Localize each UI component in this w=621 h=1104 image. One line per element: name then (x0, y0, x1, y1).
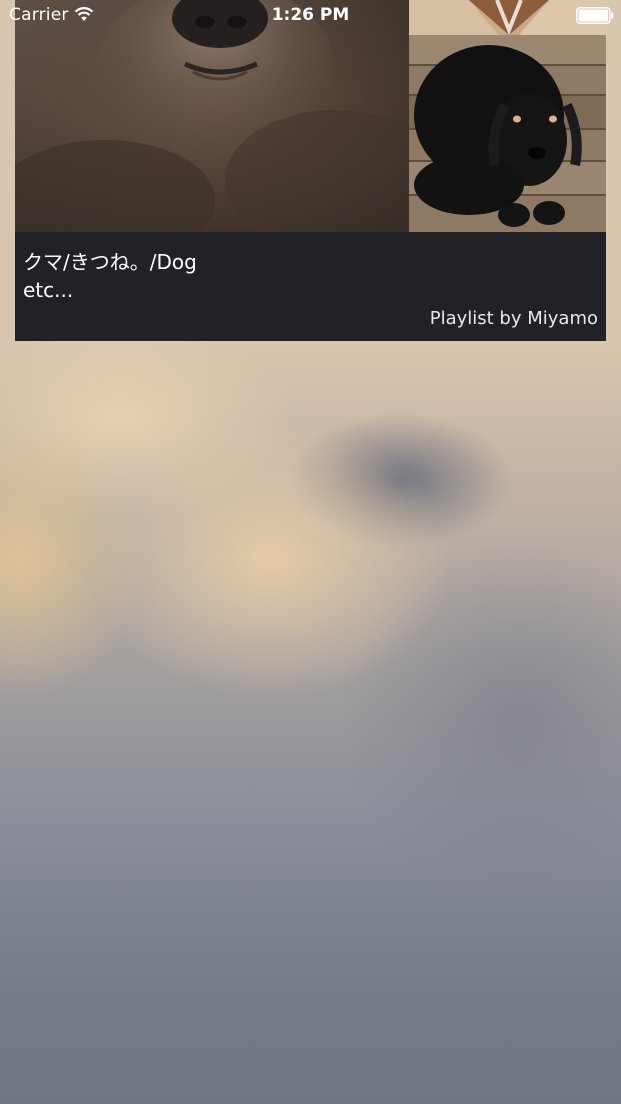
battery-icon (576, 7, 614, 24)
playlist-credit: Playlist by Miyamo (429, 308, 598, 329)
black-puppy-photo (409, 35, 606, 232)
bear-photo (15, 0, 409, 232)
playlist-card[interactable]: クマ/きつね。/Dog etc... Playlist by Miyamo (15, 0, 606, 341)
clock: 1:26 PM (271, 5, 350, 25)
status-bar: Carrier 1:26 PM (0, 0, 621, 32)
playlist-artwork (15, 0, 606, 232)
playlist-title: クマ/きつね。/Dog etc... (23, 250, 197, 302)
